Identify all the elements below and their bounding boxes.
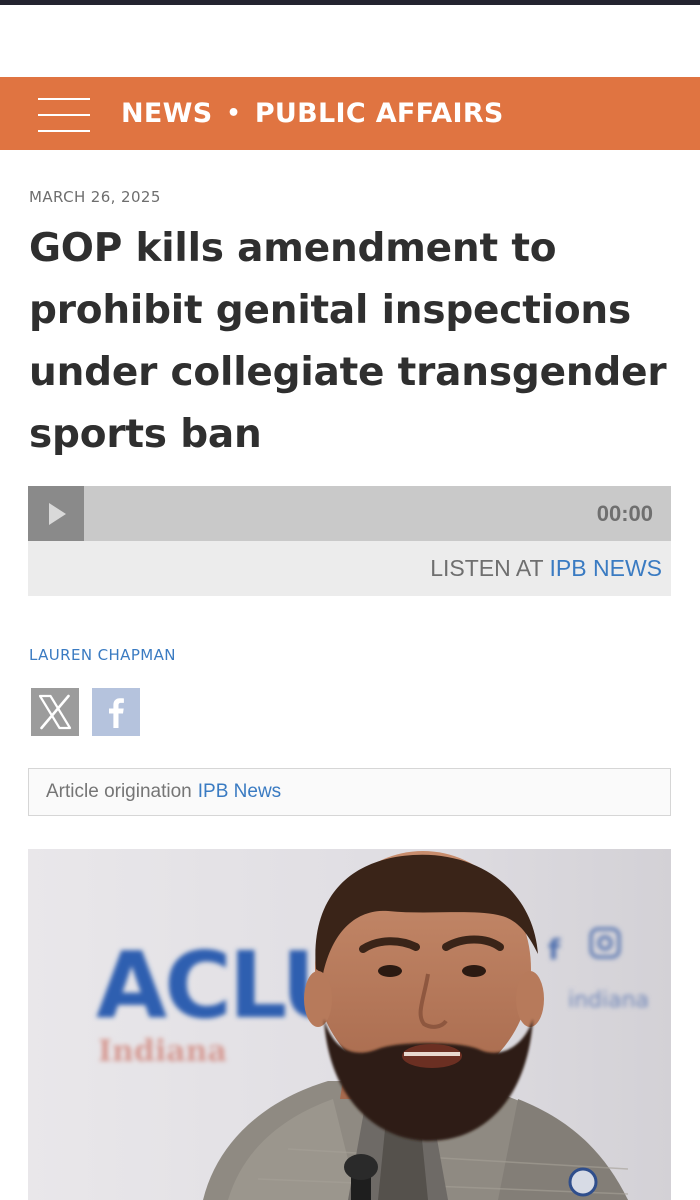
- site-header: NEWS • PUBLIC AFFAIRS: [0, 77, 700, 150]
- origination-ipb-news-link[interactable]: IPB News: [198, 781, 281, 803]
- backdrop-corner-text: indiana: [568, 988, 649, 1013]
- top-edge-bar: [0, 0, 700, 5]
- speaker-photo-illustration: ACLU Indiana indiana f: [28, 849, 671, 1200]
- listen-at-label: LISTEN AT IPB NEWS: [430, 541, 662, 596]
- author-link[interactable]: LAUREN CHAPMAN: [29, 646, 176, 664]
- breadcrumb-public-affairs[interactable]: PUBLIC AFFAIRS: [255, 98, 504, 129]
- svg-text:f: f: [548, 933, 561, 966]
- audio-player: 00:00 LISTEN AT IPB NEWS: [28, 486, 671, 596]
- origination-prefix: Article origination: [46, 781, 192, 802]
- breadcrumb-news[interactable]: NEWS: [121, 98, 212, 129]
- article-date: MARCH 26, 2025: [29, 188, 161, 206]
- section-breadcrumb: NEWS • PUBLIC AFFAIRS: [121, 77, 504, 150]
- play-button[interactable]: [28, 486, 84, 541]
- share-facebook-button[interactable]: [92, 688, 140, 736]
- article-origination-box: Article origination IPB News: [28, 768, 671, 816]
- audio-progress-bar[interactable]: 00:00: [28, 486, 671, 541]
- audio-time: 00:00: [596, 501, 653, 526]
- menu-hamburger-icon[interactable]: [38, 98, 90, 132]
- article-headline: GOP kills amendment to prohibit genital …: [29, 226, 667, 457]
- backdrop-sign-subtext: Indiana: [98, 1034, 227, 1069]
- breadcrumb-separator: •: [226, 101, 241, 126]
- listen-prefix: LISTEN AT: [430, 555, 544, 581]
- listen-ipb-news-link[interactable]: IPB NEWS: [550, 555, 662, 581]
- facebook-icon: [109, 698, 124, 728]
- x-logo-icon: [38, 694, 72, 730]
- share-x-button[interactable]: [31, 688, 79, 736]
- article-photo: ACLU Indiana indiana f: [28, 849, 671, 1200]
